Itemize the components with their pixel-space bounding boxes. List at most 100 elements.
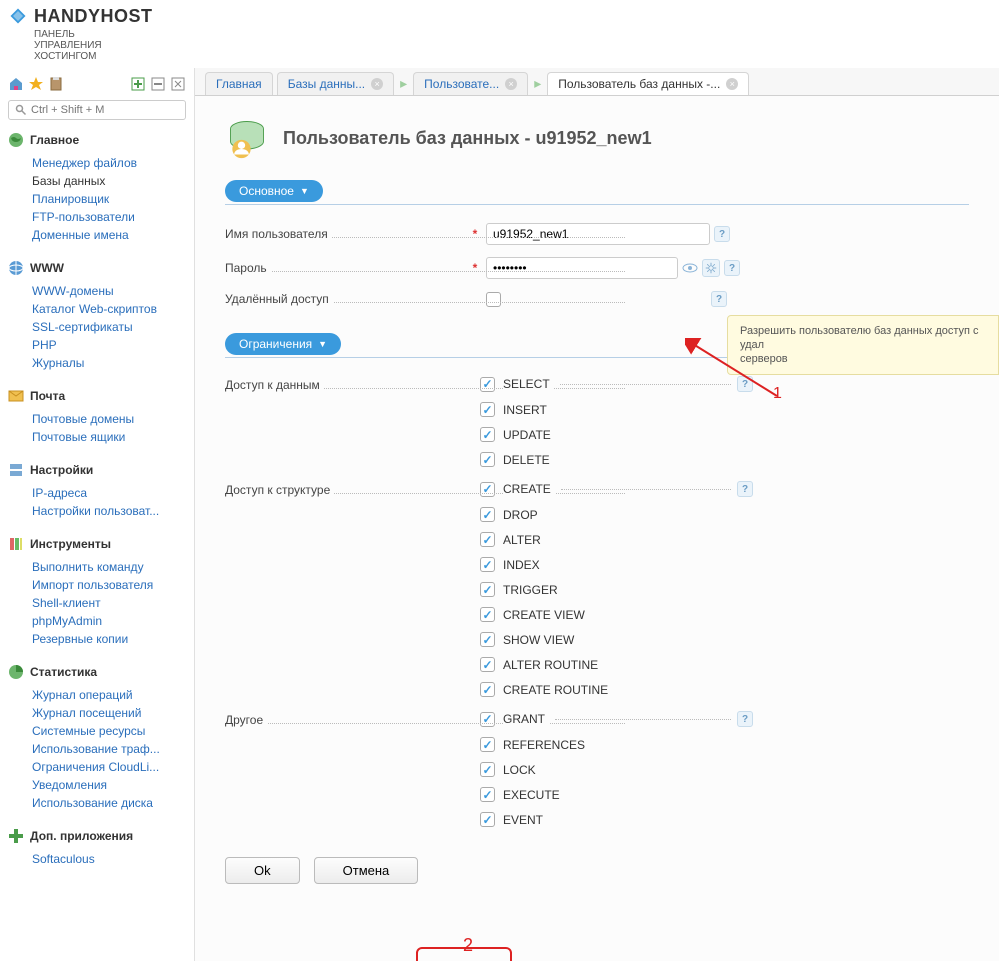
minus-icon[interactable] — [150, 76, 166, 92]
sidebar-item-shell[interactable]: Shell-клиент — [32, 594, 192, 612]
nav-title-mail[interactable]: Почта — [0, 384, 194, 408]
tabs-bar: Главная Базы данны...× ▸ Пользовате...× … — [195, 68, 999, 96]
app-header: HANDYHOST ПАНЕЛЬ УПРАВЛЕНИЯ ХОСТИНГОМ — [0, 0, 999, 68]
sidebar-item-scheduler[interactable]: Планировщик — [32, 190, 192, 208]
sidebar-item-php[interactable]: PHP — [32, 336, 192, 354]
sidebar-item-backups[interactable]: Резервные копии — [32, 630, 192, 648]
sidebar-item-op-log[interactable]: Журнал операций — [32, 686, 192, 704]
help-icon[interactable]: ? — [724, 260, 740, 276]
permission-checkbox[interactable] — [480, 452, 495, 467]
permission-checkbox[interactable] — [480, 657, 495, 672]
tab-home[interactable]: Главная — [205, 72, 273, 95]
permission-checkbox[interactable] — [480, 712, 495, 727]
eye-icon[interactable] — [682, 260, 698, 276]
permission-checkbox[interactable] — [480, 402, 495, 417]
sidebar-item-traffic[interactable]: Использование траф... — [32, 740, 192, 758]
nav-title-www[interactable]: WWW — [0, 256, 194, 280]
tab-databases[interactable]: Базы данны...× — [277, 72, 394, 95]
settings-server-icon — [8, 462, 24, 478]
permission-checkbox[interactable] — [480, 812, 495, 827]
permission-checkbox[interactable] — [480, 582, 495, 597]
sidebar-item-disk-usage[interactable]: Использование диска — [32, 794, 192, 812]
permission-item: GRANT? — [480, 711, 753, 727]
sidebar-item-notifications[interactable]: Уведомления — [32, 776, 192, 794]
help-icon[interactable]: ? — [711, 291, 727, 307]
section-main-chip[interactable]: Основное▼ — [225, 180, 323, 202]
username-input[interactable] — [486, 223, 710, 245]
permission-label: ALTER ROUTINE — [503, 658, 602, 672]
home-icon[interactable] — [8, 76, 24, 92]
gear-icon[interactable] — [702, 259, 720, 277]
clipboard-icon[interactable] — [48, 76, 64, 92]
permission-item: REFERENCES — [480, 737, 753, 752]
sidebar-item-www-domains[interactable]: WWW-домены — [32, 282, 192, 300]
nav-group-tools: Инструменты Выполнить команду Импорт пол… — [0, 532, 194, 652]
permission-checkbox[interactable] — [480, 482, 495, 497]
sidebar-item-sys-resources[interactable]: Системные ресурсы — [32, 722, 192, 740]
help-icon[interactable]: ? — [737, 481, 753, 497]
permission-item: CREATE ROUTINE — [480, 682, 753, 697]
sidebar-item-phpmyadmin[interactable]: phpMyAdmin — [32, 612, 192, 630]
cancel-button[interactable]: Отмена — [314, 857, 419, 884]
permission-checkbox[interactable] — [480, 557, 495, 572]
perm-group-structure: Доступ к структуре CREATE?DROPALTERINDEX… — [225, 481, 969, 697]
sidebar-item-ip[interactable]: IP-адреса — [32, 484, 192, 502]
permission-checkbox[interactable] — [480, 507, 495, 522]
tab-db-user-edit[interactable]: Пользователь баз данных -...× — [547, 72, 749, 95]
sidebar-item-logs[interactable]: Журналы — [32, 354, 192, 372]
sidebar-item-web-scripts[interactable]: Каталог Web-скриптов — [32, 300, 192, 318]
permission-checkbox[interactable] — [480, 532, 495, 547]
globe-icon — [8, 132, 24, 148]
sidebar-item-mail-domains[interactable]: Почтовые домены — [32, 410, 192, 428]
permission-item: EVENT — [480, 812, 753, 827]
sidebar-item-user-settings[interactable]: Настройки пользоват... — [32, 502, 192, 520]
permission-checkbox[interactable] — [480, 762, 495, 777]
sidebar-item-databases[interactable]: Базы данных — [32, 172, 192, 190]
nav-title-main[interactable]: Главное — [0, 128, 194, 152]
permission-checkbox[interactable] — [480, 632, 495, 647]
nav-title-stats[interactable]: Статистика — [0, 660, 194, 684]
permission-checkbox[interactable] — [480, 427, 495, 442]
sidebar-item-ssl[interactable]: SSL-сертификаты — [32, 318, 192, 336]
permission-checkbox[interactable] — [480, 607, 495, 622]
sidebar-item-domains[interactable]: Доменные имена — [32, 226, 192, 244]
close-icon[interactable]: × — [505, 78, 517, 90]
sidebar-item-softaculous[interactable]: Softaculous — [32, 850, 192, 868]
sidebar-item-ftp-users[interactable]: FTP-пользователи — [32, 208, 192, 226]
section-limits-chip[interactable]: Ограничения▼ — [225, 333, 341, 355]
sidebar-item-cloudlinux[interactable]: Ограничения CloudLi... — [32, 758, 192, 776]
permission-checkbox[interactable] — [480, 682, 495, 697]
permission-checkbox[interactable] — [480, 737, 495, 752]
remote-access-checkbox[interactable] — [486, 292, 501, 307]
row-remote: Удалённый доступ ? — [225, 291, 969, 307]
tab-users[interactable]: Пользовате...× — [413, 72, 528, 95]
nav-title-settings[interactable]: Настройки — [0, 458, 194, 482]
plus-icon[interactable] — [130, 76, 146, 92]
permission-item: INDEX — [480, 557, 753, 572]
search-input[interactable] — [31, 104, 179, 116]
nav-title-tools[interactable]: Инструменты — [0, 532, 194, 556]
close-panel-icon[interactable] — [170, 76, 186, 92]
sidebar-item-file-manager[interactable]: Менеджер файлов — [32, 154, 192, 172]
help-icon[interactable]: ? — [714, 226, 730, 242]
ok-button[interactable]: Ok — [225, 857, 300, 884]
permission-checkbox[interactable] — [480, 377, 495, 392]
nav-group-mail: Почта Почтовые домены Почтовые ящики — [0, 384, 194, 450]
nav-group-stats: Статистика Журнал операций Журнал посеще… — [0, 660, 194, 816]
permission-item: LOCK — [480, 762, 753, 777]
permission-checkbox[interactable] — [480, 787, 495, 802]
nav-title-apps[interactable]: Доп. приложения — [0, 824, 194, 848]
sidebar-item-run-command[interactable]: Выполнить команду — [32, 558, 192, 576]
help-icon[interactable]: ? — [737, 376, 753, 392]
permission-item: EXECUTE — [480, 787, 753, 802]
close-icon[interactable]: × — [371, 78, 383, 90]
sidebar-search[interactable] — [8, 100, 186, 120]
star-icon[interactable] — [28, 76, 44, 92]
sidebar-item-mailboxes[interactable]: Почтовые ящики — [32, 428, 192, 446]
help-icon[interactable]: ? — [737, 711, 753, 727]
sidebar-item-import-user[interactable]: Импорт пользователя — [32, 576, 192, 594]
close-icon[interactable]: × — [726, 78, 738, 90]
password-input[interactable] — [486, 257, 678, 279]
permission-label: CREATE — [503, 482, 555, 496]
sidebar-item-visit-log[interactable]: Журнал посещений — [32, 704, 192, 722]
